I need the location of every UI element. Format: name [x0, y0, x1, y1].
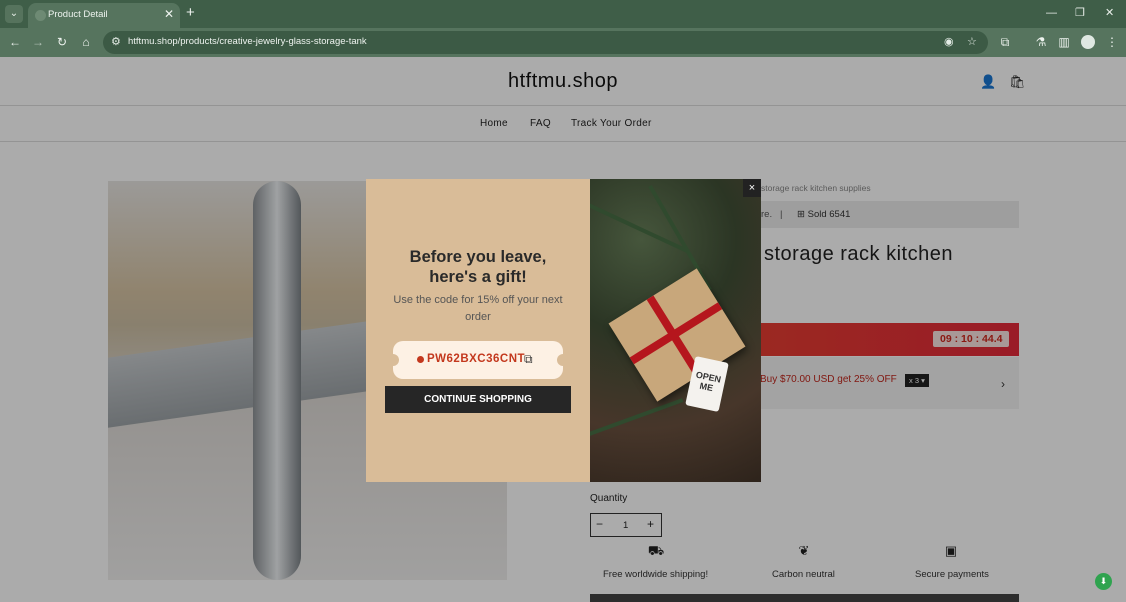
side-panel-icon[interactable]: ▥ — [1056, 34, 1072, 50]
exit-intent-modal: Before you leave, here's a gift! Use the … — [366, 179, 761, 482]
continue-shopping-button[interactable]: CONTINUE SHOPPING — [385, 386, 571, 413]
address-bar[interactable]: ⚙ htftmu.shop/products/creative-jewelry-… — [103, 31, 988, 54]
site-info-icon[interactable]: ⚙ — [111, 35, 121, 48]
favicon-icon — [35, 10, 46, 21]
floating-helper-icon[interactable]: ⬇ — [1095, 573, 1112, 590]
extensions-icon[interactable]: ⧉ — [997, 34, 1013, 50]
restore-icon[interactable]: ❐ — [1075, 6, 1085, 20]
reload-icon[interactable]: ↻ — [54, 34, 70, 50]
profile-icon[interactable] — [1081, 35, 1095, 49]
lab-flask-icon[interactable]: ⚗ — [1033, 34, 1049, 50]
forward-arrow-icon[interactable]: → — [30, 34, 46, 50]
pine-branch — [590, 398, 684, 443]
tab-search-icon[interactable]: ⌄ — [5, 5, 23, 23]
new-tab-button[interactable]: + — [186, 4, 195, 22]
browser-toolbar: ← → ↻ ⌂ ⚙ htftmu.shop/products/creative-… — [0, 28, 1126, 57]
modal-heading: Before you leave, here's a gift! — [409, 248, 547, 286]
tag-icon — [417, 356, 424, 363]
url-text[interactable]: htftmu.shop/products/creative-jewelry-gl… — [128, 36, 367, 47]
coupon-code[interactable]: PW62BXC36CNT — [427, 353, 525, 365]
gift-box — [608, 268, 746, 402]
more-vert-icon[interactable]: ⋮ — [1104, 34, 1120, 50]
star-icon[interactable]: ☆ — [967, 35, 977, 48]
modal-subtitle: Use the code for 15% off your next order — [393, 294, 563, 323]
modal-content: Before you leave, here's a gift! Use the … — [366, 179, 590, 482]
window-close-icon[interactable]: ✕ — [1105, 6, 1114, 20]
coupon-box[interactable]: PW62BXC36CNT ⧉ — [387, 341, 569, 379]
minimize-icon[interactable]: — — [1046, 6, 1057, 20]
back-arrow-icon[interactable]: ← — [7, 34, 23, 50]
modal-close-button[interactable]: × — [743, 179, 761, 197]
tab-product-detail[interactable]: Product Detail ✕ — [28, 3, 180, 28]
gift-image: OPEN ME — [590, 179, 761, 482]
copy-icon[interactable]: ⧉ — [524, 352, 533, 367]
tab-close-icon[interactable]: ✕ — [164, 7, 174, 21]
tab-title: Product Detail — [48, 9, 108, 20]
home-icon[interactable]: ⌂ — [78, 34, 94, 50]
tab-strip: ⌄ Product Detail ✕ + — ❐ ✕ — [0, 0, 1126, 28]
ribbon — [629, 302, 723, 365]
eye-off-icon[interactable]: ◉ — [944, 35, 954, 48]
